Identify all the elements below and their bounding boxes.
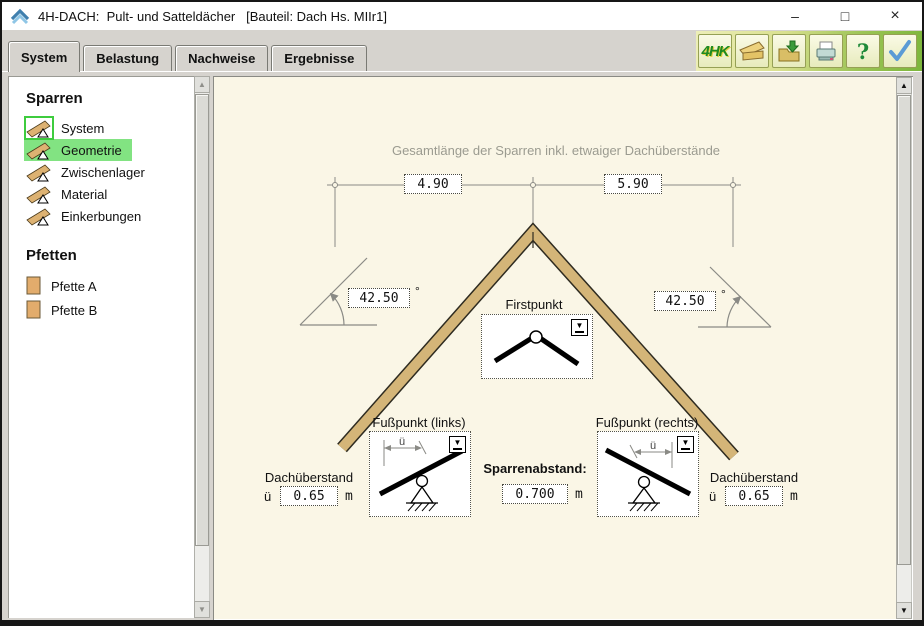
svg-text:ü: ü <box>650 440 656 452</box>
sparrenabstand-input[interactable] <box>502 484 568 504</box>
print-button[interactable] <box>809 34 843 68</box>
firstpunkt-label: Firstpunkt <box>484 297 584 312</box>
pfette-icon <box>26 276 42 296</box>
canvas-scrollbar-thumb[interactable] <box>897 95 911 565</box>
dachueberstand-rechts-input[interactable] <box>725 486 783 506</box>
sparrenabstand-label: Sparrenabstand: <box>465 461 605 476</box>
geometry-canvas: Gesamtlänge der Sparren inkl. etwaiger D… <box>213 76 913 620</box>
sidebar-item-label: Einkerbungen <box>61 209 141 224</box>
logo-4hk-button[interactable]: 4HK <box>698 34 732 68</box>
sidebar-item-system[interactable]: System <box>24 117 114 139</box>
sidebar-item-material[interactable]: Material <box>24 183 117 205</box>
firstpunkt-dropdown-button[interactable]: ▼ <box>571 319 588 336</box>
fusspunkt-links-dropdown-button[interactable]: ▼ <box>449 436 466 453</box>
tab-ergebnisse[interactable]: Ergebnisse <box>271 45 367 71</box>
sidebar-item-zwischenlager[interactable]: Zwischenlager <box>24 161 155 183</box>
scroll-down-icon[interactable]: ▼ <box>900 607 908 615</box>
dachueberstand-links-label: Dachüberstand <box>239 470 379 485</box>
fusspunkt-links-label: Fußpunkt (links) <box>359 415 479 430</box>
window-title: 4H-DACH: Pult- und Satteldächer [Bauteil… <box>38 9 387 24</box>
sidebar-item-label: Pfette B <box>51 303 97 318</box>
dachueberstand-rechts-unit: m <box>790 489 798 504</box>
folder-arrow-icon <box>776 38 802 64</box>
titlebar: 4H-DACH: Pult- und Satteldächer [Bauteil… <box>2 2 922 31</box>
sidebar-item-pfette-a[interactable]: Pfette A <box>24 274 107 298</box>
pfette-icon <box>26 300 42 320</box>
tab-system[interactable]: System <box>8 41 80 72</box>
canvas-header: Gesamtlänge der Sparren inkl. etwaiger D… <box>306 143 806 158</box>
sidebar-item-pfette-b[interactable]: Pfette B <box>24 298 107 322</box>
degree-symbol: ° <box>721 287 726 301</box>
sidebar-item-label: Pfette A <box>51 279 97 294</box>
import-button[interactable] <box>772 34 806 68</box>
chevron-down-icon: ▼ <box>454 439 462 447</box>
printer-icon <box>813 38 839 64</box>
sparrenabstand-unit: m <box>575 487 583 502</box>
degree-symbol: ° <box>415 284 420 298</box>
confirm-button[interactable] <box>883 34 917 68</box>
sparren-icon <box>26 140 52 160</box>
help-button[interactable]: ? <box>846 34 880 68</box>
ue-label: ü <box>264 489 271 504</box>
tab-strip: System Belastung Nachweise Ergebnisse <box>8 41 370 71</box>
checkmark-icon <box>887 38 913 64</box>
tab-nachweise[interactable]: Nachweise <box>175 45 268 71</box>
timber-icon <box>738 38 766 64</box>
sparren-icon <box>26 118 52 138</box>
sidebar-scrollbar[interactable]: ▲ ▼ <box>194 76 210 618</box>
sidebar-item-label: System <box>61 121 104 136</box>
sparren-icon <box>26 162 52 182</box>
tab-row: System Belastung Nachweise Ergebnisse 4H… <box>2 30 922 71</box>
angle-right-input[interactable] <box>654 291 716 311</box>
app-icon <box>10 7 30 25</box>
sparren-icon <box>26 206 52 226</box>
timber-button[interactable] <box>735 34 769 68</box>
logo-4hk-icon: 4HK <box>701 43 728 60</box>
maximize-button[interactable]: □ <box>820 2 870 30</box>
scroll-up-icon[interactable]: ▲ <box>198 81 206 89</box>
dachueberstand-links-unit: m <box>345 489 353 504</box>
fusspunkt-rechts-dropdown-button[interactable]: ▼ <box>677 436 694 453</box>
sidebar-item-label: Zwischenlager <box>61 165 145 180</box>
fusspunkt-links-selector[interactable]: ü ▼ <box>369 431 471 517</box>
toolbar: 4HK <box>696 31 922 71</box>
sidebar-item-label: Geometrie <box>61 143 122 158</box>
sidebar-item-label: Material <box>61 187 107 202</box>
chevron-down-icon: ▼ <box>682 439 690 447</box>
sidebar: Sparren System Geometrie <box>8 76 194 618</box>
pfetten-heading: Pfetten <box>26 247 194 264</box>
close-button[interactable]: × <box>870 2 920 30</box>
help-icon: ? <box>857 39 869 64</box>
firstpunkt-selector[interactable]: ▼ <box>481 314 593 379</box>
scroll-up-icon[interactable]: ▲ <box>900 82 908 90</box>
panel-top-highlight <box>2 71 922 72</box>
sparren-heading: Sparren <box>26 90 194 107</box>
window-controls: – □ × <box>770 2 920 30</box>
svg-text:ü: ü <box>399 436 405 448</box>
sidebar-scrollbar-thumb[interactable] <box>195 94 209 546</box>
dachueberstand-rechts-label: Dachüberstand <box>684 470 824 485</box>
minimize-button[interactable]: – <box>770 2 820 30</box>
chevron-down-icon: ▼ <box>576 322 584 330</box>
tab-belastung[interactable]: Belastung <box>83 45 172 71</box>
app-window: 4H-DACH: Pult- und Satteldächer [Bauteil… <box>0 0 924 626</box>
scroll-down-icon[interactable]: ▼ <box>198 606 206 614</box>
ue-label: ü <box>709 489 716 504</box>
length-left-input[interactable] <box>404 174 462 194</box>
sparren-icon <box>26 184 52 204</box>
sidebar-item-einkerbungen[interactable]: Einkerbungen <box>24 205 151 227</box>
canvas-scrollbar[interactable]: ▲ ▼ <box>896 77 912 619</box>
angle-left-input[interactable] <box>348 288 410 308</box>
fusspunkt-rechts-label: Fußpunkt (rechts) <box>587 415 707 430</box>
dachueberstand-links-input[interactable] <box>280 486 338 506</box>
length-right-input[interactable] <box>604 174 662 194</box>
sidebar-item-geometrie[interactable]: Geometrie <box>24 139 132 161</box>
